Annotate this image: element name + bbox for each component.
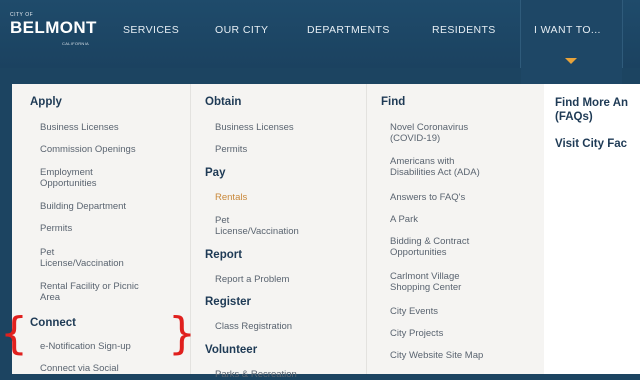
logo-state: CALIFORNIA xyxy=(62,41,90,46)
link-class-registration[interactable]: Class Registration xyxy=(215,321,292,332)
top-navigation-bar: CITY OF BELMONT CALIFORNIA SERVICES OUR … xyxy=(0,0,640,84)
link-find-site-map[interactable]: City Website Site Map xyxy=(390,350,483,361)
link-report-problem[interactable]: Report a Problem xyxy=(215,274,289,285)
column-divider xyxy=(366,84,367,374)
link-e-notification-signup[interactable]: e-Notification Sign-up xyxy=(40,341,131,352)
link-apply-building-department[interactable]: Building Department xyxy=(40,201,126,212)
link-find-faqs[interactable]: Answers to FAQ's xyxy=(390,192,465,203)
heading-connect: Connect xyxy=(30,317,76,329)
heading-pay: Pay xyxy=(205,167,226,179)
link-find-more-faqs[interactable]: Find More An (FAQs) xyxy=(555,96,628,124)
heading-report: Report xyxy=(205,249,243,261)
link-obtain-permits[interactable]: Permits xyxy=(215,144,247,155)
link-apply-business-licenses[interactable]: Business Licenses xyxy=(40,122,119,133)
link-apply-employment[interactable]: Employment Opportunities xyxy=(40,167,97,189)
link-apply-pet-license[interactable]: Pet License/Vaccination xyxy=(40,247,124,269)
heading-obtain: Obtain xyxy=(205,96,242,108)
link-find-ada[interactable]: Americans with Disabilities Act (ADA) xyxy=(390,156,480,178)
link-find-bidding[interactable]: Bidding & Contract Opportunities xyxy=(390,236,469,258)
nav-departments[interactable]: DEPARTMENTS xyxy=(307,24,390,36)
link-pay-rentals[interactable]: Rentals xyxy=(215,192,247,203)
link-find-park[interactable]: A Park xyxy=(390,214,418,225)
link-find-coronavirus[interactable]: Novel Coronavirus (COVID-19) xyxy=(390,122,468,144)
nav-services[interactable]: SERVICES xyxy=(123,24,179,36)
nav-divider xyxy=(520,0,521,68)
heading-apply: Apply xyxy=(30,96,62,108)
link-apply-commission-openings[interactable]: Commission Openings xyxy=(40,144,136,155)
link-pay-pet-license[interactable]: Pet License/Vaccination xyxy=(215,215,299,237)
link-visit-city-facilities[interactable]: Visit City Fac xyxy=(555,137,627,151)
nav-i-want-to[interactable]: I WANT TO... xyxy=(534,24,601,36)
heading-volunteer: Volunteer xyxy=(205,344,258,356)
link-find-city-projects[interactable]: City Projects xyxy=(390,328,443,339)
logo-name: BELMONT xyxy=(10,18,97,37)
heading-register: Register xyxy=(205,296,252,308)
more-column-bg xyxy=(544,84,640,374)
i-want-to-active-bg xyxy=(521,0,622,84)
link-obtain-business-licenses[interactable]: Business Licenses xyxy=(215,122,294,133)
heading-find: Find xyxy=(381,96,406,108)
link-apply-rental-facility[interactable]: Rental Facility or Picnic Area xyxy=(40,281,139,303)
link-apply-permits[interactable]: Permits xyxy=(40,223,72,234)
nav-residents[interactable]: RESIDENTS xyxy=(432,24,496,36)
chevron-down-icon xyxy=(565,58,577,64)
link-find-city-events[interactable]: City Events xyxy=(390,306,438,317)
belmont-logo[interactable]: CITY OF BELMONT CALIFORNIA xyxy=(6,12,106,52)
nav-divider xyxy=(622,0,623,68)
annotation-left-bracket: { xyxy=(0,308,28,359)
i-want-to-dropdown-panel: Apply Business Licenses Commission Openi… xyxy=(12,84,640,380)
link-parks-recreation[interactable]: Parks & Recreation xyxy=(215,369,297,380)
link-find-carlmont-village[interactable]: Carlmont Village Shopping Center xyxy=(390,271,461,293)
link-connect-social[interactable]: Connect via Social xyxy=(40,363,119,374)
annotation-right-bracket: } xyxy=(168,308,196,359)
nav-our-city[interactable]: OUR CITY xyxy=(215,24,268,36)
